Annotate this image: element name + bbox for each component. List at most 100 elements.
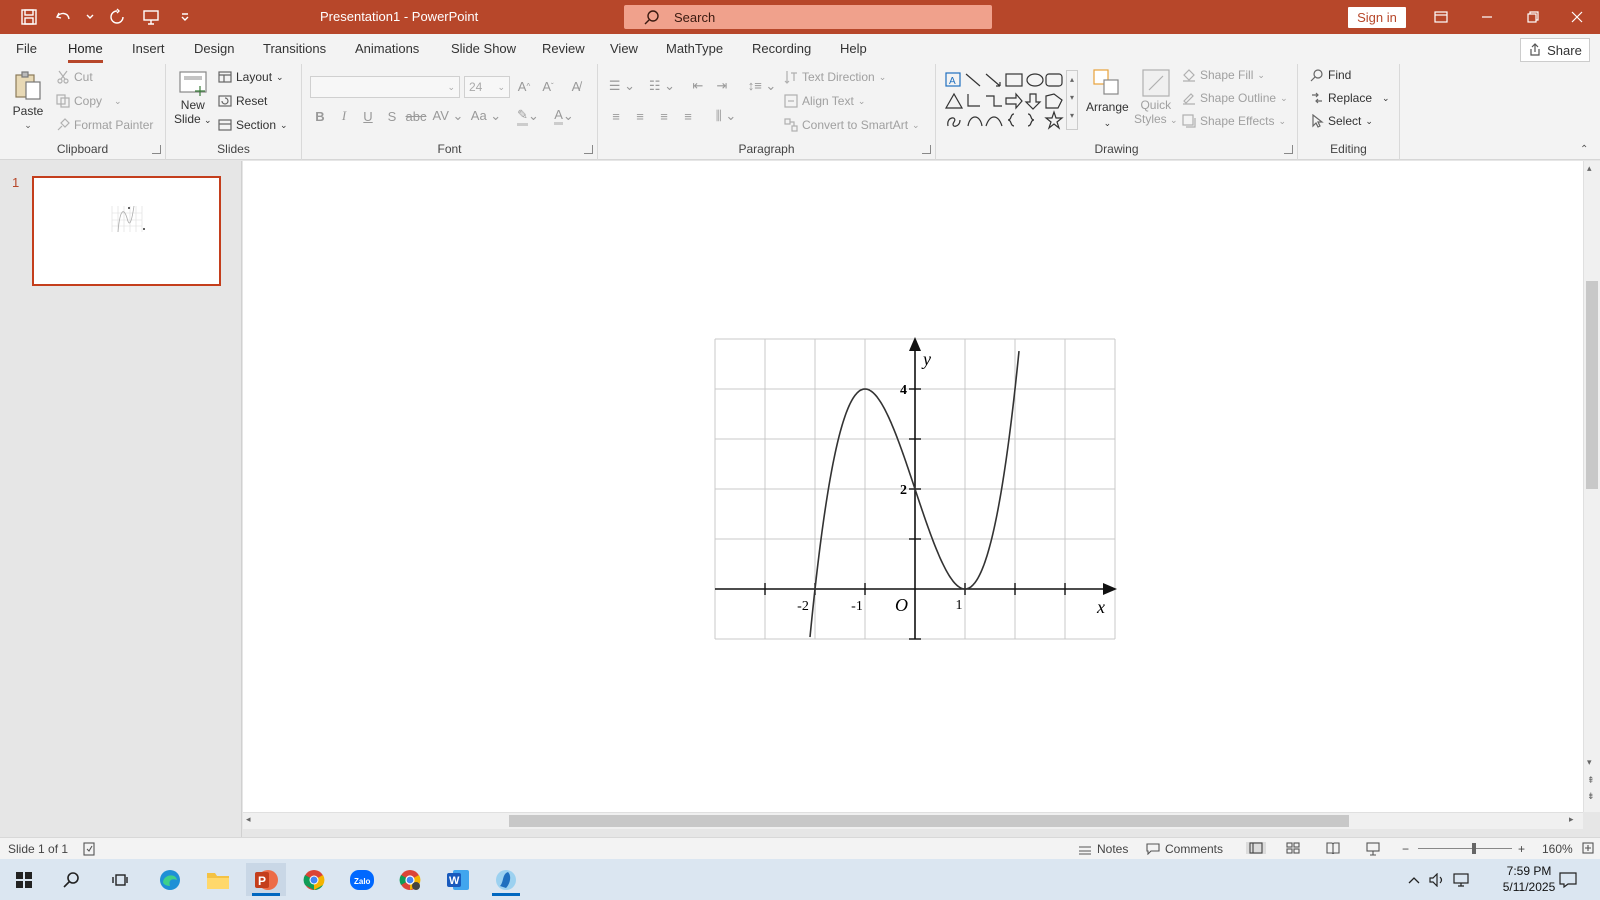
tab-help[interactable]: Help [840,41,867,56]
tab-file[interactable]: File [16,41,37,56]
accessibility-icon[interactable] [82,842,96,856]
text-shadow-icon[interactable]: S [382,106,402,126]
network-icon[interactable] [1450,863,1472,896]
tab-home[interactable]: Home [68,41,103,63]
highlight-color-icon[interactable]: ✎ ⌄ [512,106,544,126]
text-direction-button[interactable]: Text Direction ⌄ [784,70,886,84]
arrange-button[interactable]: Arrange ⌄ [1086,68,1129,130]
slide-editor[interactable]: y x O -2 -1 1 4 2 [243,161,1583,812]
font-color-icon[interactable]: A ⌄ [548,106,580,126]
character-spacing-icon[interactable]: AV ⌄ [432,106,464,126]
find-button[interactable]: Find [1310,68,1351,82]
font-name-combo[interactable]: ⌄ [310,76,460,98]
slide-thumbnail[interactable] [32,176,221,286]
reading-view-icon[interactable] [1326,842,1340,854]
align-text-button[interactable]: Align Text ⌄ [784,94,865,108]
increase-font-icon[interactable]: A ^ [514,76,534,96]
chrome-profile-icon[interactable] [390,863,430,896]
horizontal-scroll-thumb[interactable] [509,815,1349,827]
numbering-icon[interactable]: ☷ ⌄ [646,76,678,96]
increase-indent-icon[interactable]: ⇥ [712,76,732,96]
select-button[interactable]: Select ⌄ [1310,114,1373,128]
clipboard-dialog-launcher[interactable] [152,145,161,154]
vertical-scrollbar[interactable]: ▴ ▾ ⇞ ⇟ [1583,161,1600,812]
windows-start-icon[interactable] [4,863,44,896]
share-button[interactable]: Share [1520,38,1590,62]
ribbon-display-options-icon[interactable] [1418,0,1464,34]
tab-animations[interactable]: Animations [355,41,419,56]
tab-mathtype[interactable]: MathType [666,41,723,56]
tab-slide-show[interactable]: Slide Show [451,41,516,56]
line-spacing-icon[interactable]: ↕≡ ⌄ [746,76,778,96]
justify-icon[interactable]: ≡ [678,106,698,126]
bullets-icon[interactable]: ☰ ⌄ [606,76,638,96]
zoom-out-icon[interactable]: − [1402,842,1409,856]
tab-review[interactable]: Review [542,41,585,56]
new-slide-button[interactable]: New Slide ⌄ [174,70,212,127]
normal-view-icon[interactable] [1246,842,1266,854]
align-right-icon[interactable]: ≡ [654,106,674,126]
function-graph[interactable]: y x O -2 -1 1 4 2 [705,331,1125,647]
font-size-combo[interactable]: 24 ⌄ [464,76,510,98]
format-painter-button[interactable]: Format Painter [56,118,153,132]
reset-button[interactable]: Reset [218,94,267,108]
notification-icon[interactable] [1548,863,1588,896]
collapse-ribbon-icon[interactable]: ⌃ [1580,144,1588,155]
search-taskbar-icon[interactable] [52,863,92,896]
align-left-icon[interactable]: ≡ [606,106,626,126]
columns-icon[interactable]: ⫼ ⌄ [710,106,742,126]
tab-insert[interactable]: Insert [132,41,165,56]
zoom-slider-thumb[interactable] [1472,843,1476,854]
clear-formatting-icon[interactable]: A̸ [566,76,586,96]
scroll-right-icon[interactable]: ▸ [1569,814,1574,825]
comments-button[interactable]: Comments [1146,842,1223,856]
next-slide-icon[interactable]: ⇟ [1587,791,1595,802]
shape-outline-button[interactable]: Shape Outline ⌄ [1182,91,1288,105]
shapes-scroll[interactable]: ▴ ▾ ▾ [1066,70,1078,130]
shape-fill-button[interactable]: Shape Fill ⌄ [1182,68,1265,82]
powerpoint-taskbar-icon[interactable]: P [246,863,286,896]
previous-slide-icon[interactable]: ⇞ [1587,775,1595,786]
replace-button[interactable]: Replace ⌄ [1310,91,1390,105]
zoom-level[interactable]: 160% [1542,842,1573,856]
undo-icon[interactable] [52,6,74,28]
cut-button[interactable]: Cut [56,70,93,84]
save-icon[interactable] [18,6,40,28]
close-icon[interactable] [1554,0,1600,34]
volume-icon[interactable] [1426,863,1448,896]
horizontal-scrollbar[interactable]: ◂ ▸ [243,812,1583,829]
strikethrough-icon[interactable]: abc [406,106,427,126]
scroll-left-icon[interactable]: ◂ [246,814,251,825]
search-box[interactable]: Search [624,5,992,29]
mathtype-icon[interactable] [486,863,526,896]
notes-button[interactable]: Notes [1078,842,1128,856]
convert-smartart-button[interactable]: Convert to SmartArt ⌄ [784,118,920,132]
undo-dropdown-icon[interactable] [86,6,94,28]
tab-design[interactable]: Design [194,41,234,56]
chrome-icon[interactable] [294,863,334,896]
file-explorer-icon[interactable] [198,863,238,896]
redo-icon[interactable] [106,6,128,28]
restore-icon[interactable] [1510,0,1556,34]
bold-icon[interactable]: B [310,106,330,126]
italic-icon[interactable]: I [334,106,354,126]
drawing-dialog-launcher[interactable] [1284,145,1293,154]
fit-slide-icon[interactable] [1582,842,1594,854]
scroll-up-icon[interactable]: ▴ [1587,163,1592,174]
show-hidden-icons[interactable] [1404,863,1424,896]
tab-recording[interactable]: Recording [752,41,811,56]
paragraph-dialog-launcher[interactable] [922,145,931,154]
copy-button[interactable]: Copy ⌄ [56,94,122,108]
vertical-scroll-thumb[interactable] [1586,281,1598,489]
layout-button[interactable]: Layout ⌄ [218,70,284,84]
font-dialog-launcher[interactable] [584,145,593,154]
minimize-icon[interactable] [1464,0,1510,34]
slide-show-icon[interactable] [1366,842,1380,856]
scroll-down-icon[interactable]: ▾ [1587,757,1592,768]
sign-in-button[interactable]: Sign in [1348,7,1406,28]
decrease-indent-icon[interactable]: ⇤ [688,76,708,96]
shape-effects-button[interactable]: Shape Effects ⌄ [1182,114,1286,128]
align-center-icon[interactable]: ≡ [630,106,650,126]
start-from-beginning-icon[interactable] [140,6,162,28]
quick-styles-button[interactable]: Quick Styles ⌄ [1134,68,1178,127]
